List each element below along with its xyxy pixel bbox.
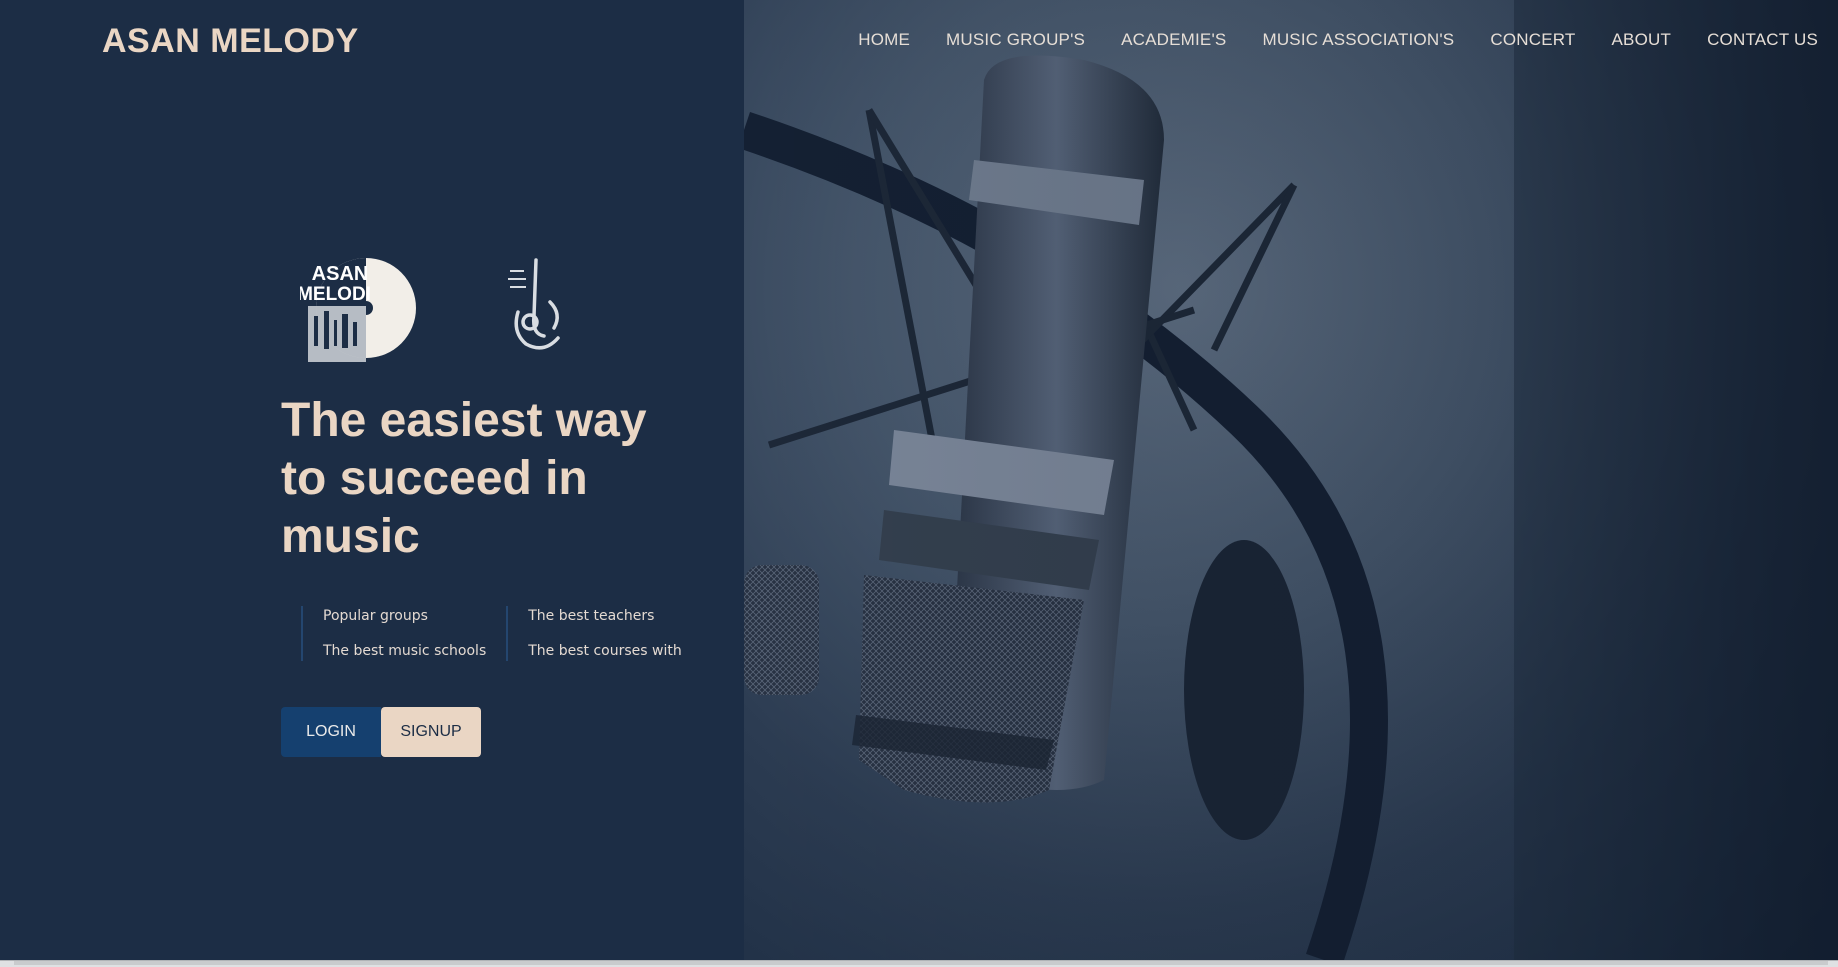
main-nav: HOME MUSIC GROUP'S ACADEMIE'S MUSIC ASSO… bbox=[858, 30, 1818, 50]
signup-button[interactable]: SIGNUP bbox=[381, 707, 481, 757]
brand-title[interactable]: ASAN MELODY bbox=[102, 22, 359, 61]
hero-headline: The easiest way to succeed in music bbox=[281, 394, 647, 563]
feature-list: Popular groups The best music schools Th… bbox=[301, 606, 702, 661]
disc-logo-text-1: ASAN bbox=[312, 263, 369, 285]
nav-music-groups[interactable]: MUSIC GROUP'S bbox=[946, 30, 1085, 50]
microphone-background-image bbox=[744, 0, 1838, 960]
feature-column-2: The best teachers The best courses with bbox=[506, 606, 701, 661]
login-button[interactable]: LOGIN bbox=[281, 707, 381, 757]
calligraphy-logo bbox=[508, 258, 560, 350]
feature-column-1: Popular groups The best music schools bbox=[301, 606, 506, 661]
microphone-illustration bbox=[744, 0, 1838, 960]
feature-item: The best music schools bbox=[323, 643, 487, 659]
nav-music-associations[interactable]: MUSIC ASSOCIATION'S bbox=[1262, 30, 1454, 50]
feature-item: The best teachers bbox=[528, 608, 655, 624]
asan-melodi-disc-logo: ASAN MELODI bbox=[300, 258, 416, 362]
nav-home[interactable]: HOME bbox=[858, 30, 910, 50]
feature-item: Popular groups bbox=[323, 608, 428, 624]
feature-item: The best courses with bbox=[528, 643, 682, 659]
horizontal-scrollbar-thumb[interactable] bbox=[14, 961, 1828, 965]
auth-buttons: LOGIN SIGNUP bbox=[281, 707, 481, 757]
partner-logos: ASAN MELODI bbox=[300, 256, 580, 376]
nav-concert[interactable]: CONCERT bbox=[1490, 30, 1575, 50]
disc-logo-text-2: MELODI bbox=[300, 284, 371, 305]
nav-about[interactable]: ABOUT bbox=[1612, 30, 1672, 50]
nav-contact-us[interactable]: CONTACT US bbox=[1707, 30, 1818, 50]
nav-academies[interactable]: ACADEMIE'S bbox=[1121, 30, 1226, 50]
